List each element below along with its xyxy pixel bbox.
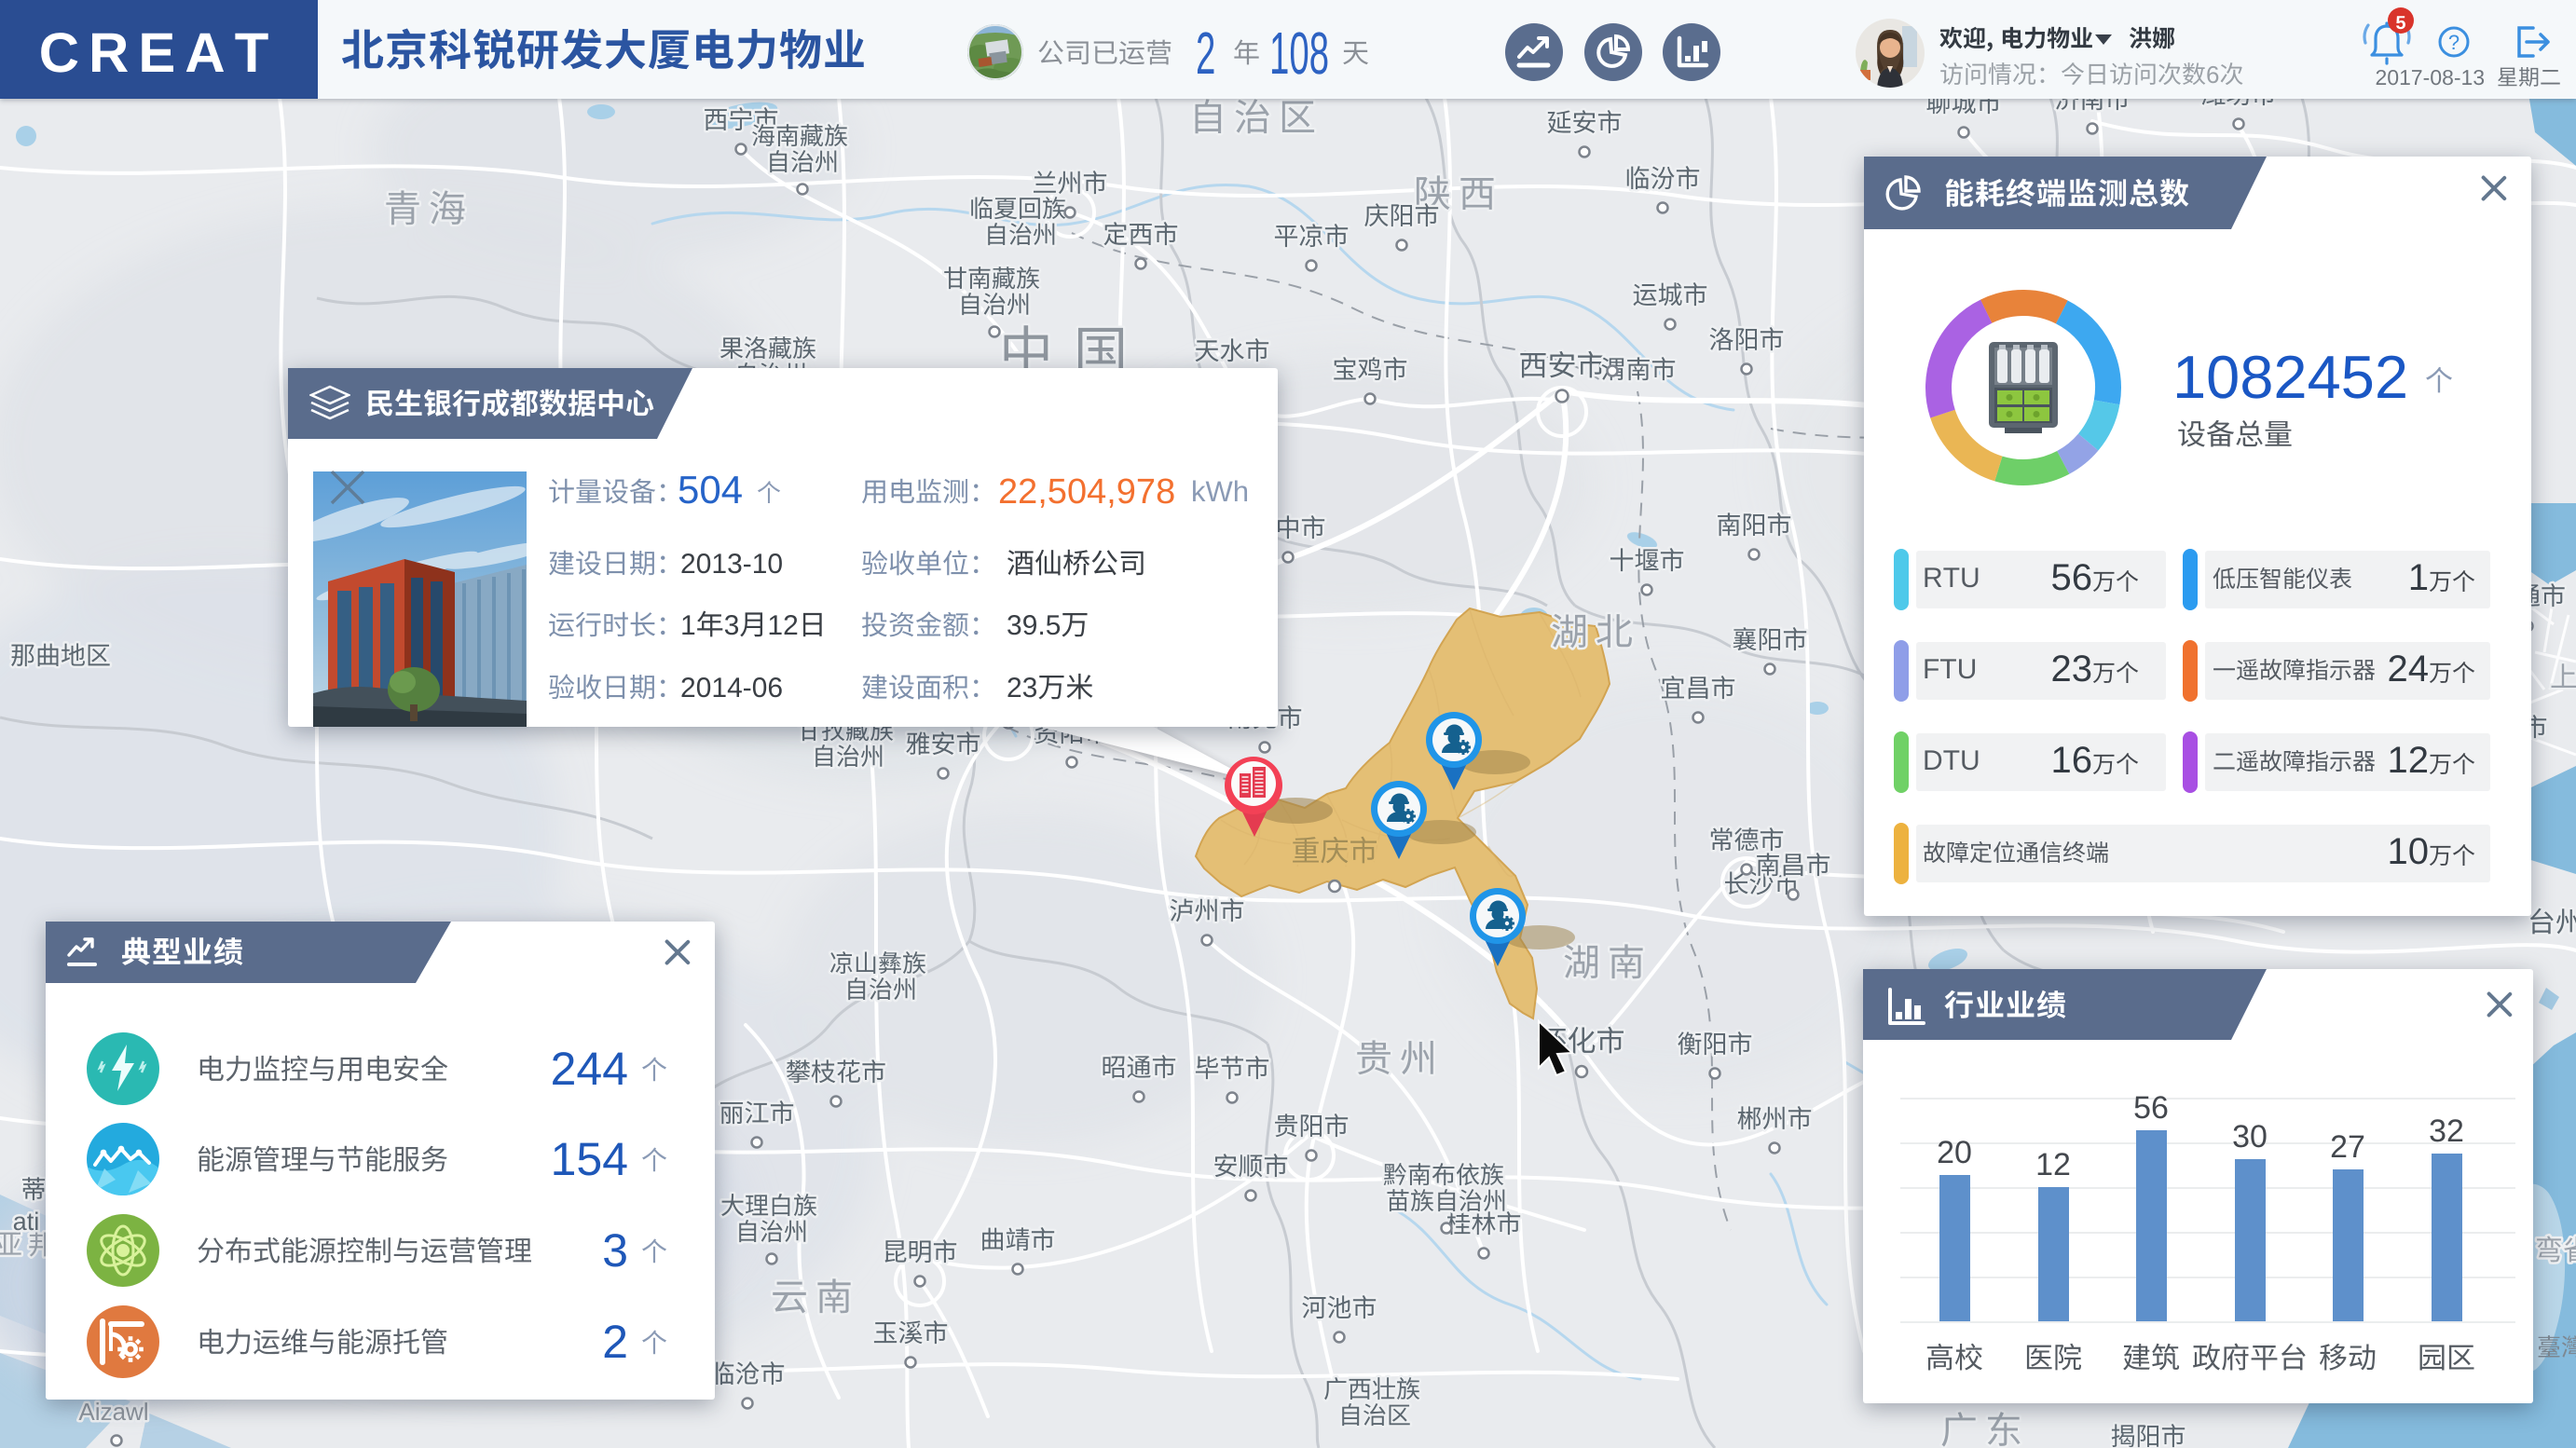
svg-text:?: ? [2448, 31, 2460, 54]
